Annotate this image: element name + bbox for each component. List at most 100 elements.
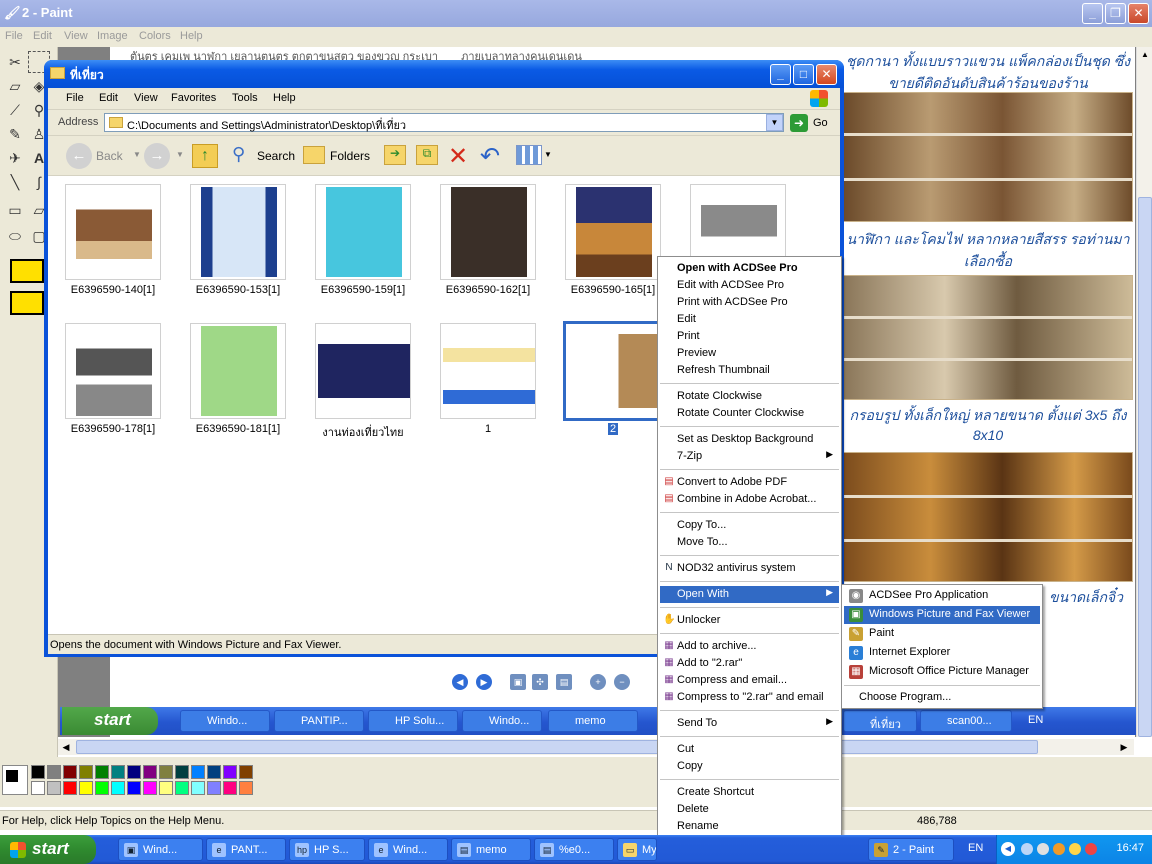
scroll-left-icon[interactable]: ◀ bbox=[58, 739, 74, 755]
palette-swatch[interactable] bbox=[175, 765, 189, 779]
address-input[interactable]: C:\Documents and Settings\Administrator\… bbox=[104, 113, 784, 132]
palette-swatch[interactable] bbox=[143, 781, 157, 795]
context-menu-open-with-acdsee-pro[interactable]: Open with ACDSee Pro bbox=[660, 260, 839, 277]
explorer-menu-help[interactable]: Help bbox=[273, 92, 296, 104]
palette-swatch[interactable] bbox=[31, 781, 45, 795]
minimize-button[interactable]: _ bbox=[1082, 3, 1103, 24]
file-thumbnail[interactable] bbox=[315, 184, 411, 280]
tray-collapse-icon[interactable]: ◀ bbox=[1001, 842, 1015, 856]
context-menu-convert-to-adobe-pdf[interactable]: ▤ Convert to Adobe PDF bbox=[660, 474, 839, 491]
menu-file[interactable]: File bbox=[5, 30, 23, 42]
context-menu-print[interactable]: Print bbox=[660, 328, 839, 345]
explorer-menu-tools[interactable]: Tools bbox=[232, 92, 258, 104]
back-dropdown-icon[interactable]: ▼ bbox=[133, 150, 141, 159]
context-menu-refresh-thumbnail[interactable]: Refresh Thumbnail bbox=[660, 362, 839, 379]
start-button[interactable]: start bbox=[0, 835, 96, 864]
menu-colors[interactable]: Colors bbox=[139, 30, 171, 42]
context-menu-add-to-archive[interactable]: ▦ Add to archive... bbox=[660, 638, 839, 655]
ellipse-icon[interactable]: ⬭ bbox=[4, 225, 26, 247]
file-thumbnail[interactable] bbox=[315, 323, 411, 419]
palette-swatch[interactable] bbox=[207, 781, 221, 795]
taskbar-item[interactable]: hp HP S... bbox=[289, 838, 365, 861]
scroll-right-icon[interactable]: ▶ bbox=[1116, 739, 1132, 755]
file-thumbnail-selected[interactable] bbox=[563, 321, 663, 421]
scroll-up-icon[interactable]: ▲ bbox=[1137, 47, 1152, 63]
vscroll-thumb[interactable] bbox=[1138, 197, 1152, 737]
menu-image[interactable]: Image bbox=[97, 30, 128, 42]
palette-swatch[interactable] bbox=[159, 781, 173, 795]
hscroll-thumb[interactable] bbox=[76, 740, 1038, 754]
palette-swatch[interactable] bbox=[95, 765, 109, 779]
undo-icon[interactable]: ↶ bbox=[480, 142, 500, 171]
paint-horizontal-scrollbar[interactable]: ◀ ▶ bbox=[58, 739, 1134, 755]
context-menu-move-to[interactable]: Move To... bbox=[660, 534, 839, 551]
palette-swatch[interactable] bbox=[207, 765, 221, 779]
search-icon[interactable]: ⚲ bbox=[232, 144, 254, 166]
file-name[interactable]: 1 bbox=[423, 423, 553, 435]
palette-swatch[interactable] bbox=[111, 765, 125, 779]
context-menu-compress-and-email[interactable]: ▦ Compress and email... bbox=[660, 672, 839, 689]
folders-label[interactable]: Folders bbox=[330, 149, 370, 163]
copy-to-icon[interactable]: ⧉ bbox=[416, 145, 438, 165]
context-menu-rotate-clockwise[interactable]: Rotate Clockwise bbox=[660, 388, 839, 405]
file-name[interactable]: งานท่องเที่ยวไทย bbox=[298, 423, 428, 441]
context-menu-preview[interactable]: Preview bbox=[660, 345, 839, 362]
open-with-office-picture-manager[interactable]: ▦ Microsoft Office Picture Manager bbox=[844, 663, 1040, 681]
antivirus-icon[interactable] bbox=[1053, 843, 1065, 855]
views-icon[interactable] bbox=[516, 145, 542, 165]
volume-icon[interactable] bbox=[1069, 843, 1081, 855]
context-menu-rotate-counter-clockwise[interactable]: Rotate Counter Clockwise bbox=[660, 405, 839, 422]
palette-swatch[interactable] bbox=[223, 781, 237, 795]
context-menu-7-zip[interactable]: 7-Zip ▶ bbox=[660, 448, 839, 465]
close-button[interactable]: ✕ bbox=[1128, 3, 1149, 24]
move-to-icon[interactable]: ➔ bbox=[384, 145, 406, 165]
explorer-minimize-button[interactable]: _ bbox=[770, 64, 791, 85]
file-thumbnail[interactable] bbox=[440, 323, 536, 419]
current-colors[interactable] bbox=[2, 765, 28, 795]
palette-swatch[interactable] bbox=[223, 765, 237, 779]
forward-dropdown-icon[interactable]: ▼ bbox=[176, 150, 184, 159]
picker-icon[interactable]: ⟋ bbox=[4, 99, 26, 121]
open-with-internet-explorer[interactable]: e Internet Explorer bbox=[844, 644, 1040, 662]
pencil-icon[interactable]: ✎ bbox=[4, 123, 26, 145]
back-arrow-icon[interactable]: ← bbox=[66, 143, 92, 169]
taskbar-item[interactable]: ▭ My... bbox=[617, 838, 657, 861]
fill-style-option-2-icon[interactable] bbox=[10, 291, 44, 315]
open-with-paint[interactable]: ✎ Paint bbox=[844, 625, 1040, 643]
context-menu-unlocker[interactable]: ✋ Unlocker bbox=[660, 612, 839, 629]
context-menu-create-shortcut[interactable]: Create Shortcut bbox=[660, 784, 839, 801]
palette-swatch[interactable] bbox=[63, 781, 77, 795]
file-thumbnail[interactable] bbox=[65, 323, 161, 419]
menu-edit[interactable]: Edit bbox=[33, 30, 52, 42]
views-dropdown-icon[interactable]: ▼ bbox=[544, 150, 552, 159]
taskbar-item[interactable]: ▣ Wind... bbox=[118, 838, 203, 861]
palette-swatch[interactable] bbox=[127, 765, 141, 779]
free-select-icon[interactable]: ✂ bbox=[4, 51, 26, 73]
explorer-titlebar[interactable]: ที่เที่ยว _ □ ✕ bbox=[44, 60, 844, 88]
context-menu-send-to[interactable]: Send To ▶ bbox=[660, 715, 839, 732]
address-dropdown-icon[interactable]: ▼ bbox=[766, 114, 783, 131]
context-menu-copy[interactable]: Copy bbox=[660, 758, 839, 775]
forward-arrow-icon[interactable]: → bbox=[144, 143, 170, 169]
open-with-acdsee[interactable]: ◉ ACDSee Pro Application bbox=[844, 587, 1040, 605]
file-name[interactable]: E6396590-140[1] bbox=[48, 284, 178, 296]
explorer-menu-view[interactable]: View bbox=[134, 92, 158, 104]
context-menu-nod32-antivirus-system[interactable]: N NOD32 antivirus system bbox=[660, 560, 839, 577]
palette-swatch[interactable] bbox=[143, 765, 157, 779]
palette-swatch[interactable] bbox=[127, 781, 141, 795]
palette-swatch[interactable] bbox=[159, 765, 173, 779]
palette-swatch[interactable] bbox=[47, 781, 61, 795]
fill-style-option-1-icon[interactable] bbox=[10, 259, 44, 283]
delete-icon[interactable]: ✕ bbox=[448, 142, 468, 171]
menu-help[interactable]: Help bbox=[180, 30, 203, 42]
palette-swatch[interactable] bbox=[95, 781, 109, 795]
printer-icon[interactable] bbox=[1037, 843, 1049, 855]
menu-view[interactable]: View bbox=[64, 30, 88, 42]
eraser-icon[interactable]: ▱ bbox=[4, 75, 26, 97]
paint-titlebar[interactable]: 🖌 2 - Paint _ ❐ ✕ bbox=[0, 0, 1152, 27]
up-folder-icon[interactable]: ↑ bbox=[192, 144, 218, 168]
open-with-picture-fax-viewer[interactable]: ▣ Windows Picture and Fax Viewer bbox=[844, 606, 1040, 624]
go-button[interactable]: ➜ Go bbox=[790, 113, 834, 133]
palette-swatch[interactable] bbox=[31, 765, 45, 779]
context-menu-delete[interactable]: Delete bbox=[660, 801, 839, 818]
